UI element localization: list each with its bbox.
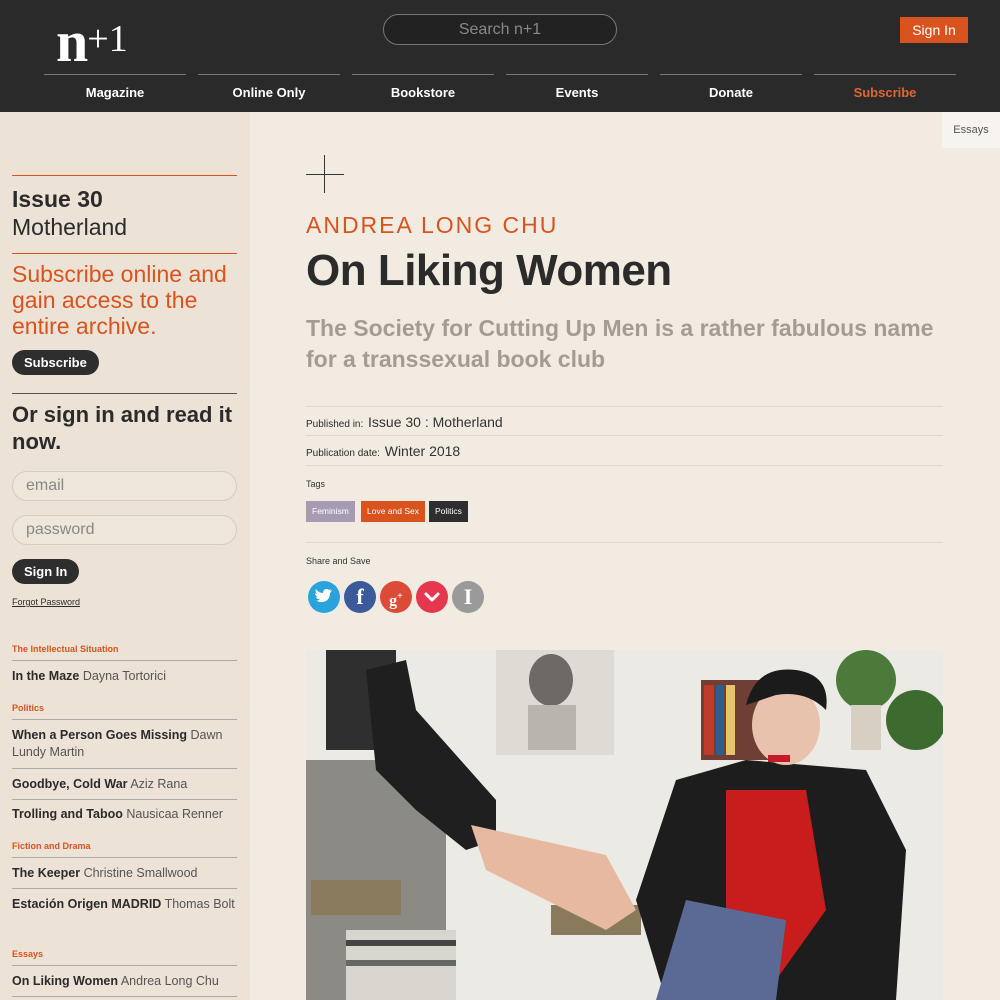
sidebar-rule — [12, 253, 237, 254]
issue-name[interactable]: Motherland — [12, 214, 237, 241]
toc-rule — [12, 857, 237, 858]
toc-rule — [12, 996, 237, 997]
sidebar-rule — [12, 393, 237, 394]
toc-item[interactable]: In the Maze Dayna Tortorici — [12, 668, 237, 685]
email-field[interactable]: email — [12, 471, 237, 501]
tag-feminism[interactable]: Feminism — [306, 501, 355, 522]
date-value: Winter 2018 — [384, 443, 461, 459]
nav-magazine[interactable]: Magazine — [44, 74, 186, 112]
article-subtitle: The Society for Cutting Up Men is a rath… — [306, 315, 934, 372]
facebook-icon[interactable]: f — [344, 581, 376, 613]
article-title: On Liking Women — [306, 246, 672, 295]
date-label: Publication date: — [306, 448, 380, 459]
nav-subscribe[interactable]: Subscribe — [814, 74, 956, 112]
toc-item[interactable]: Goodbye, Cold War Aziz Rana — [12, 776, 237, 793]
forgot-password-link[interactable]: Forgot Password — [12, 597, 80, 607]
toc-item-author: Thomas Bolt — [164, 897, 235, 911]
sign-in-heading: Or sign in and read it now. — [12, 402, 233, 454]
sign-in-button[interactable]: Sign In — [12, 559, 80, 584]
sign-in-wrap: Sign In — [12, 559, 237, 584]
toc-item[interactable]: Trolling and Taboo Nausicaa Renner — [12, 806, 237, 823]
subscribe-promo: Subscribe online and gain access to the … — [12, 261, 227, 339]
password-field[interactable]: password — [12, 515, 237, 545]
divider — [306, 542, 943, 543]
sidebar: Issue 30 Motherland Subscribe online and… — [0, 112, 250, 1000]
tags-label: Tags — [306, 479, 326, 489]
header-sign-in-button[interactable]: Sign In — [900, 17, 968, 43]
toc-item-title: In the Maze — [12, 669, 80, 683]
article-hero-photo — [306, 650, 943, 1000]
toc-rule — [12, 965, 237, 966]
toc-item-author: Andrea Long Chu — [120, 974, 219, 988]
toc-section-label[interactable]: Politics — [12, 703, 44, 713]
subscribe-button[interactable]: Subscribe — [12, 350, 99, 375]
site-header: n+1 Search n+1 Sign In Magazine Online O… — [0, 0, 1000, 112]
search-input[interactable]: Search n+1 — [383, 14, 617, 45]
instapaper-icon[interactable]: I — [452, 581, 484, 613]
toc-item-title: The Keeper — [12, 866, 81, 880]
published-label: Published in: — [306, 419, 364, 430]
toc-rule — [12, 660, 237, 661]
toc-item-author: Dayna Tortorici — [82, 669, 166, 683]
pocket-icon[interactable] — [416, 581, 448, 613]
issue-number[interactable]: Issue 30 — [12, 186, 237, 213]
toc-item-author: Aziz Rana — [130, 777, 188, 791]
divider — [306, 406, 943, 407]
sidebar-rule — [12, 175, 237, 176]
toc-item[interactable]: The Keeper Christine Smallwood — [12, 865, 237, 882]
toc-item-author: Christine Smallwood — [83, 866, 198, 880]
tag-politics[interactable]: Politics — [429, 501, 468, 522]
forgot-wrap: Forgot Password — [12, 592, 237, 610]
main-nav: Magazine Online Only Bookstore Events Do… — [44, 74, 956, 112]
twitter-icon[interactable] — [308, 581, 340, 613]
toc-rule — [12, 768, 237, 769]
published-value[interactable]: Issue 30 : Motherland — [368, 414, 503, 430]
toc-section-label[interactable]: Fiction and Drama — [12, 841, 91, 851]
site-logo[interactable]: n+1 — [56, 8, 128, 75]
toc-item-title: When a Person Goes Missing — [12, 728, 188, 742]
article-author[interactable]: ANDREA LONG CHU — [306, 212, 558, 239]
toc-rule — [12, 799, 237, 800]
tag-love-and-sex[interactable]: Love and Sex — [361, 501, 425, 522]
published-in: Published in: Issue 30 : Motherland — [306, 414, 503, 430]
toc-item-title: Trolling and Taboo — [12, 807, 123, 821]
toc-item[interactable]: On Liking Women Andrea Long Chu — [12, 973, 237, 990]
photo-illustration — [306, 650, 943, 1000]
logo-plus-one: +1 — [87, 18, 128, 60]
toc-section-label[interactable]: Essays — [12, 949, 43, 959]
nav-bookstore[interactable]: Bookstore — [352, 74, 494, 112]
google-plus-icon[interactable]: g+ — [380, 581, 412, 613]
nav-donate[interactable]: Donate — [660, 74, 802, 112]
toc-item[interactable]: When a Person Goes Missing Dawn Lundy Ma… — [12, 727, 237, 761]
toc-rule — [12, 719, 237, 720]
toc-rule — [12, 888, 237, 889]
nav-events[interactable]: Events — [506, 74, 648, 112]
logo-n: n — [56, 9, 88, 74]
subscribe-wrap: Subscribe — [12, 350, 237, 375]
toc-item-title: Estación Origen MADRID — [12, 897, 162, 911]
divider — [306, 435, 943, 436]
share-label: Share and Save — [306, 556, 371, 566]
toc-item-title: Goodbye, Cold War — [12, 777, 128, 791]
divider — [306, 465, 943, 466]
toc-item-title: On Liking Women — [12, 974, 119, 988]
plus-ornament-icon-bar — [306, 174, 344, 175]
toc-item-author: Nausicaa Renner — [126, 807, 223, 821]
category-tab-essays[interactable]: Essays — [942, 112, 1000, 148]
toc-section-label[interactable]: The Intellectual Situation — [12, 644, 119, 654]
publication-date: Publication date: Winter 2018 — [306, 443, 460, 459]
toc-item[interactable]: Estación Origen MADRID Thomas Bolt — [12, 896, 237, 913]
nav-online-only[interactable]: Online Only — [198, 74, 340, 112]
